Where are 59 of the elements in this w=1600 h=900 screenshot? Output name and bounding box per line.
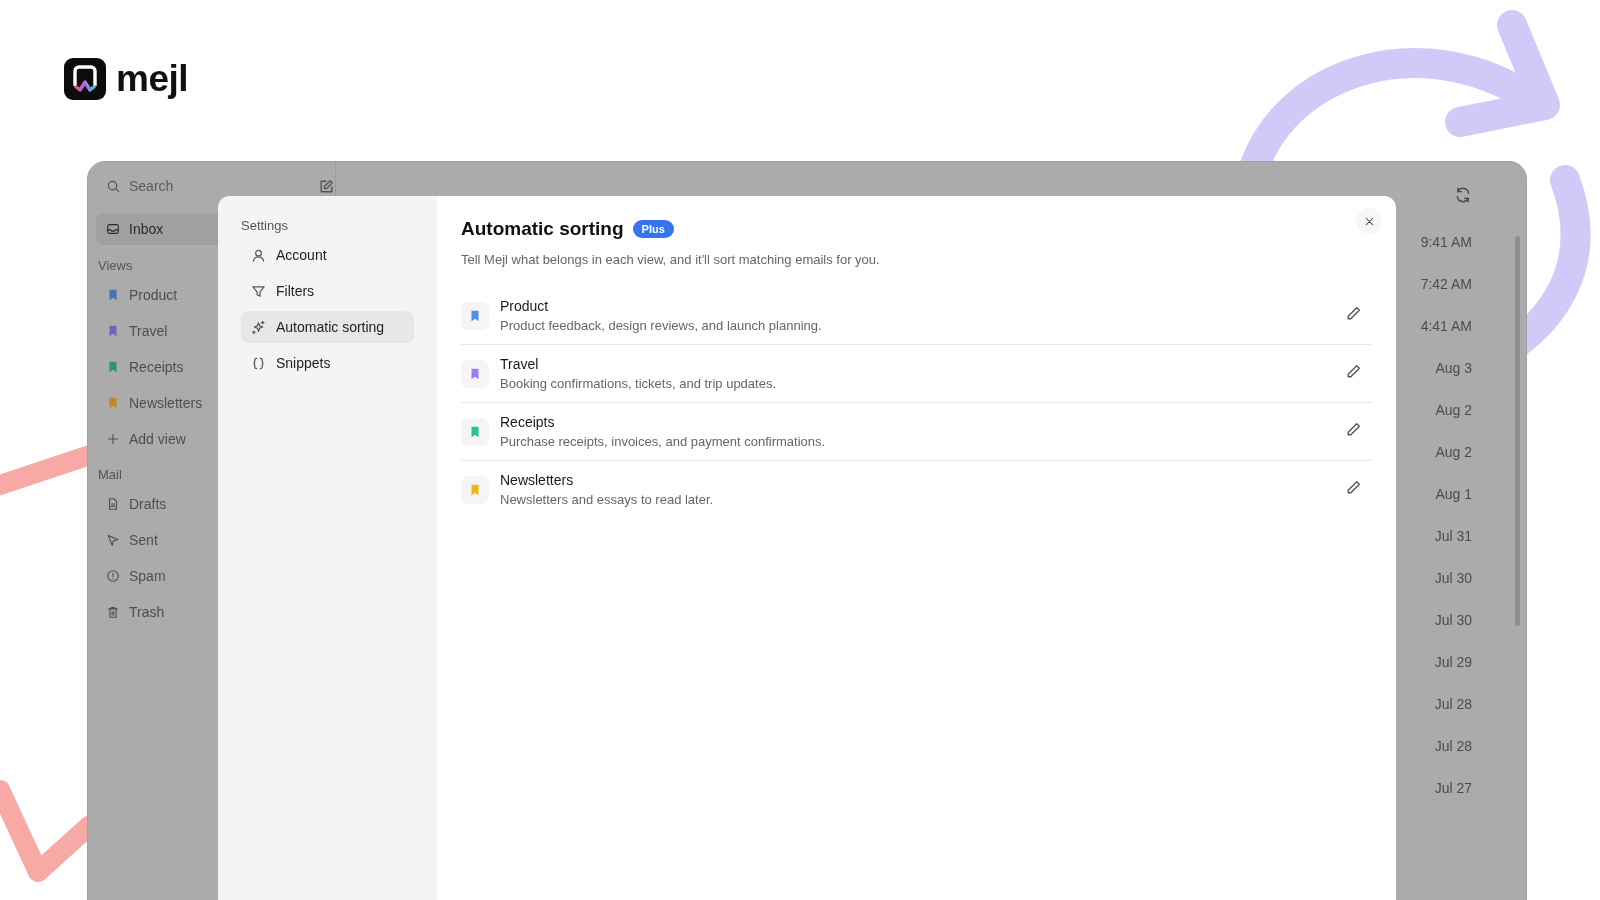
- pencil-icon: [1345, 421, 1362, 438]
- message-time: Aug 3: [1435, 359, 1472, 378]
- search-icon: [106, 178, 121, 194]
- view-description: Product feedback, design reviews, and launch planning.: [500, 318, 823, 333]
- settings-nav-item[interactable]: Filters: [241, 275, 414, 307]
- sidebar-item[interactable]: Spam: [96, 558, 327, 594]
- filter-icon: [251, 283, 266, 299]
- sidebar-item[interactable]: Add view: [96, 421, 327, 457]
- message-time: Jul 29: [1434, 653, 1472, 672]
- view-name: Travel: [500, 356, 540, 372]
- plan-badge: Plus: [632, 220, 674, 238]
- message-time: Jul 27: [1434, 779, 1472, 798]
- inbox-icon: [106, 222, 120, 236]
- section-label: Mail: [98, 467, 122, 482]
- plus-icon: [106, 432, 120, 446]
- settings-nav-item[interactable]: Snippets: [241, 347, 414, 379]
- panel-title: Automatic sorting: [461, 218, 624, 240]
- scrollbar[interactable]: [1515, 236, 1520, 626]
- sidebar-item[interactable]: Sent: [96, 522, 327, 558]
- message-time: Jul 28: [1434, 737, 1472, 756]
- message-time: Jul 30: [1434, 611, 1472, 630]
- message-time: Jul 28: [1434, 695, 1472, 714]
- document-icon: [106, 497, 120, 511]
- pencil-icon: [1345, 479, 1362, 496]
- message-time: 7:42 AM: [1420, 275, 1472, 294]
- view-description: Purchase receipts, invoices, and payment confirmations.: [500, 434, 827, 449]
- braces-icon: [251, 355, 266, 371]
- section-label: Views: [98, 258, 133, 273]
- message-time: Aug 2: [1435, 443, 1472, 462]
- message-time: 9:41 AM: [1420, 233, 1472, 252]
- view-name: Newsletters: [500, 472, 575, 488]
- message-time: Jul 30: [1434, 569, 1472, 588]
- search-field[interactable]: Search: [129, 178, 310, 194]
- message-time: Aug 2: [1435, 401, 1472, 420]
- panel-description: Tell Mejl what belongs in each view, and it'll sort matching emails for you.: [461, 252, 881, 267]
- message-time: Jul 31: [1434, 527, 1472, 546]
- message-time: Aug 1: [1435, 485, 1472, 504]
- message-time: 4:41 AM: [1420, 317, 1472, 336]
- trash-icon: [106, 605, 120, 619]
- view-name: Receipts: [500, 414, 556, 430]
- brand-name: mejl: [116, 58, 189, 100]
- sparkle-icon: [251, 319, 266, 335]
- alert-icon: [106, 569, 120, 583]
- sidebar-item[interactable]: Trash: [96, 594, 327, 630]
- pencil-icon: [1345, 305, 1362, 322]
- user-icon: [251, 247, 266, 263]
- nav-title: Settings: [241, 218, 289, 233]
- view-description: Booking confirmations, tickets, and trip updates.: [500, 376, 778, 391]
- view-description: Newsletters and essays to read later.: [500, 492, 715, 507]
- compose-icon: [318, 177, 335, 195]
- settings-nav-item[interactable]: Automatic sorting: [241, 311, 414, 343]
- sidebar-item[interactable]: Drafts: [96, 486, 327, 522]
- close-button[interactable]: [1356, 208, 1382, 234]
- send-icon: [106, 533, 120, 547]
- sidebar-item[interactable]: Newsletters: [96, 385, 327, 421]
- refresh-icon: [1454, 186, 1472, 204]
- pencil-icon: [1345, 363, 1362, 380]
- logo-icon: [64, 58, 106, 100]
- view-name: Product: [500, 298, 550, 314]
